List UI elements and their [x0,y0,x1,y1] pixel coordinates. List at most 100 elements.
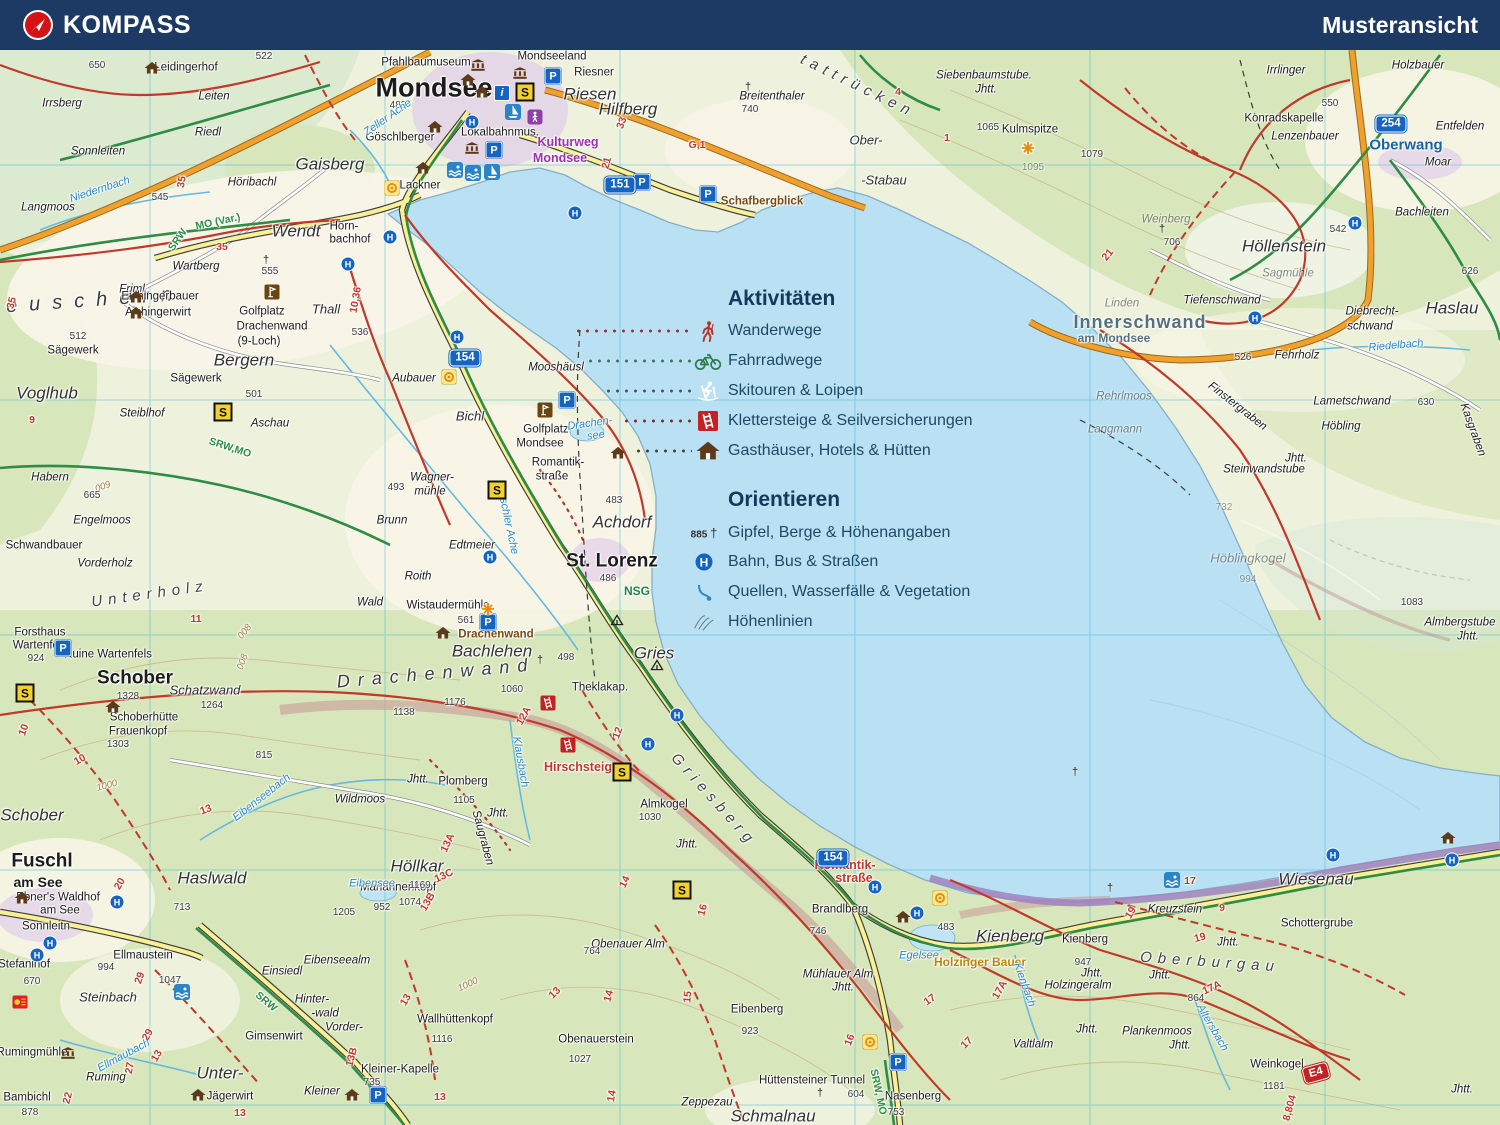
map-label: Haslau [1426,300,1479,317]
map-label: 16 [696,903,709,917]
map-label: 670 [24,977,41,987]
map-label: Zeppezau [681,1097,732,1109]
map-label: Eibenseealm [304,955,370,967]
map-label: Jhtt. [1169,1040,1191,1052]
map-label: 650 [89,61,106,71]
campsite-icon [611,614,624,625]
map-label: Riesner [574,67,614,79]
map-label: 1060 [501,685,523,695]
map-label: 732 [1216,503,1233,513]
parking-icon: P [480,614,497,631]
map-label: 924 [28,654,45,664]
map-label: NSG [624,585,650,597]
kompass-logo-icon [22,9,54,41]
s-marker-icon: S [516,83,535,102]
map-label: Lametschwand [1313,396,1390,408]
golf-icon [538,403,553,418]
map-label: 740 [742,105,759,115]
church-cross-icon: † [537,654,543,666]
map-label: Mooshäusl [528,362,584,374]
map-label: Jhtt. [676,839,698,851]
map-label: Obenauerstein [558,1034,633,1046]
parking-icon: P [890,1054,907,1071]
map-label: Schatzwand [170,684,241,697]
map-label: Kleiner [304,1086,340,1098]
map-canvas[interactable]: 650IrrsbergLeidingerhofLeiten522RiedlSon… [0,0,1500,1125]
map-label: Sonnleiten [71,146,125,158]
map-label: straße [835,872,873,885]
map-label: Stefanihof [0,959,50,971]
map-label: Aschau [251,418,289,430]
map-label: Holzbauer [1392,60,1444,72]
map-label: Golfplatz [239,306,284,318]
map-label: Drachenwand [237,321,308,333]
sailing-icon [505,104,521,120]
inn-icon [345,1089,360,1101]
map-label: 1176 [444,698,466,708]
map-label: Jhtt. [1076,1024,1098,1036]
map-label: 706 [1164,238,1181,248]
map-label: am Mondsee [1078,332,1151,344]
swimming-icon [447,162,463,178]
museum-icon [61,1047,76,1059]
map-label: Langmoos [21,202,75,214]
map-label: mühle [414,486,445,498]
map-label: Vorder- [325,1022,363,1034]
map-label: 994 [98,963,115,973]
swimming-icon [1164,872,1180,888]
map-label: 1065 [977,123,999,133]
map-label: Wiesenau [1278,871,1353,888]
map-label: 1 [944,133,950,144]
map-label: 952 [374,903,391,913]
map-label: Rumingmühle [0,1047,67,1059]
map-label: 483 [938,923,955,933]
map-label: Jhtt. [1081,968,1103,980]
church-cross-icon: † [1072,766,1078,778]
sight-icon [1021,141,1035,155]
map-label: 14 [602,989,615,1003]
map-label: Plankenmoos [1122,1026,1192,1038]
map-label: Steiblhof [120,408,165,420]
map-label: 4 [895,87,901,98]
inn-icon [896,911,911,923]
map-label: Jhtt. [1451,1084,1473,1096]
inn-icon [428,121,443,133]
map-label: Fehrholz [1275,350,1320,362]
map-label: Höribachl [228,177,277,189]
map-label: Obenauer Alm [591,939,665,951]
map-label: Siebenbaumstube. [936,70,1032,82]
road-shield: 154 [449,350,480,367]
map-label: 522 [256,52,273,62]
map-label: Wagner- [410,472,454,484]
map-label: 512 [70,332,87,342]
viewpoint-icon [385,181,400,196]
map-label: 878 [22,1108,39,1118]
map-label: 1079 [1081,150,1103,160]
map-label: Jhtt. [1217,937,1239,949]
map-label: Hirschsteig [544,761,612,774]
map-label: Sonnleitn [22,921,70,933]
bus-stop-icon: H [383,230,398,245]
map-label: 22 [61,1091,74,1105]
map-label: Jhtt. [975,84,997,96]
map-label: 501 [246,390,263,400]
map-label: Aubauer [392,373,435,385]
map-label: Brunn [377,515,408,527]
s-marker-icon: S [16,684,35,703]
map-label: -Stabau [861,174,907,187]
bus-stop-icon: H [341,257,356,272]
map-label: 1030 [639,813,661,823]
map-label: Innerschwand [1073,313,1206,331]
map-label: 1095 [1022,163,1044,173]
map-label: 13 [434,1092,446,1103]
map-label: 35 [176,175,188,188]
map-label: 9 [1219,903,1225,914]
map-label: Tiefenschwand [1183,295,1260,307]
bus-stop-icon: H [465,115,480,130]
map-label: Sägewerk [170,373,221,385]
map-label: 815 [256,751,273,761]
s-marker-icon: S [214,403,233,422]
map-label: 764 [584,947,601,957]
bus-stop-icon: H [910,906,925,921]
map-label: 1083 [1401,598,1423,608]
